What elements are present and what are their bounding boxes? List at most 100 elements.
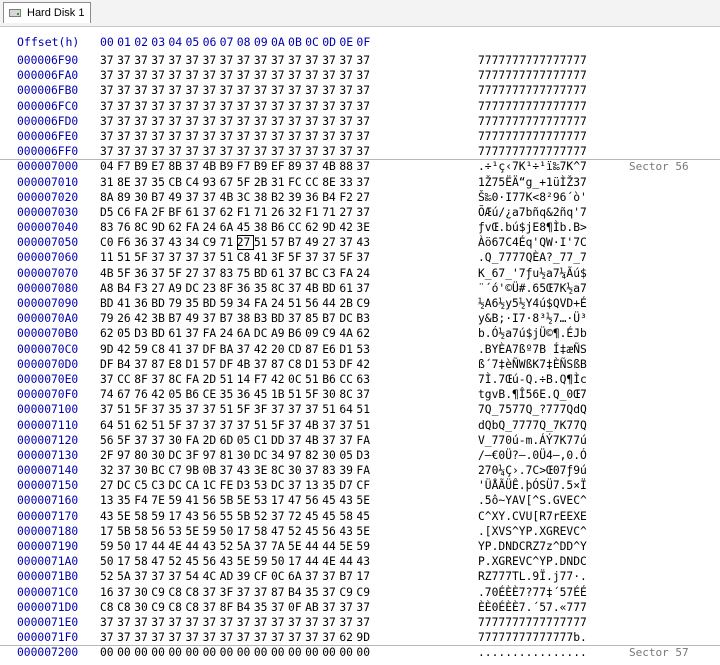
row-hex-bytes[interactable]: 52 5A 37 37 37 54 4C AD 39 CF 0C 6A 37 37 B7 17 [100, 569, 374, 584]
row-ascii[interactable]: 7777777777777777 [478, 83, 587, 98]
hex-row[interactable]: 0000071F0 37 37 37 37 37 37 37 37 37 37 37 37 37 37 62 9… [0, 630, 720, 645]
hex-row[interactable]: 000006FD0 37 37 37 37 37 37 37 37 37 37 37 37 37 37 37 3… [0, 114, 720, 129]
hex-row[interactable]: 000007100 37 51 5F 37 35 37 37 51 5F 3F 37 37 37 51 64 5… [0, 402, 720, 417]
row-ascii[interactable]: tgvB.¶Î56E.Q_0Œ7 [478, 387, 587, 402]
row-ascii[interactable]: ß´7‡èÑWßK7‡ÈÑSßB [478, 357, 587, 372]
hex-row[interactable]: 000007000 04 F7 B9 E7 8B 37 4B B9 F7 B9 EF 89 37 4B 88 3… [0, 159, 720, 174]
row-ascii[interactable]: 7777777777777777 [478, 68, 587, 83]
row-hex-bytes[interactable]: 37 37 37 37 37 37 37 37 37 37 37 37 37 37 37 37 [100, 144, 374, 159]
row-hex-bytes[interactable]: 32 37 30 BC C7 9B 0B 37 43 3E 8C 30 37 83 39 FA [100, 463, 374, 478]
row-hex-bytes[interactable]: 37 37 37 37 37 37 37 37 37 37 37 37 37 37 37 37 [100, 129, 374, 144]
hex-row[interactable]: 000007010 31 8E 37 35 CB C4 93 67 5F 2B 31 FC CC 8E 33 3… [0, 175, 720, 190]
row-hex-bytes[interactable]: 37 CC 8F 37 8C FA 2D 51 14 F7 42 0C 51 B6 CC 63 [100, 372, 374, 387]
row-hex-bytes[interactable]: 37 37 37 37 37 37 37 37 37 37 37 37 37 37 37 37 [100, 53, 374, 68]
row-ascii[interactable]: YP.DNDCRZ7z^DD^Y [478, 539, 587, 554]
hex-row[interactable]: 000007130 2F 97 80 30 DC 3F 97 81 30 DC 34 97 82 30 05 D… [0, 448, 720, 463]
hex-row[interactable]: 000006F90 37 37 37 37 37 37 37 37 37 37 37 37 37 37 37 3… [0, 53, 720, 68]
hex-row[interactable]: 000007030 D5 C6 FA 2F BF 61 37 62 F1 71 26 32 F1 71 27 3… [0, 205, 720, 220]
row-ascii[interactable]: 7777777777777777 [478, 615, 587, 630]
hex-row[interactable]: 000007090 BD 41 36 BD 79 35 BD 59 34 FA 24 51 56 44 2B C… [0, 296, 720, 311]
row-ascii[interactable]: 7Ì.7Œú-Q.÷B.Q¶Ìc [478, 372, 587, 387]
hex-row[interactable]: 000007060 11 51 5F 37 37 37 37 51 C8 41 3F 5F 37 37 5F 3… [0, 250, 720, 265]
hex-row[interactable]: 000007200 00 00 00 00 00 00 00 00 00 00 00 00 00 00 00 0… [0, 645, 720, 660]
row-hex-bytes[interactable]: 00 00 00 00 00 00 00 00 00 00 00 00 00 00 00 00 [100, 645, 374, 660]
hex-row[interactable]: 000006FE0 37 37 37 37 37 37 37 37 37 37 37 37 37 37 37 3… [0, 129, 720, 144]
row-ascii[interactable]: RZ777TL.9Ï.j77·. [478, 569, 587, 584]
row-hex-bytes[interactable]: 37 37 37 37 37 37 37 37 37 37 37 37 37 37 37 37 [100, 114, 374, 129]
row-ascii[interactable]: y&B;·I7·8³½7…·Ü³ [478, 311, 587, 326]
hex-row[interactable]: 000007020 8A 89 30 B7 49 37 37 4B 3C 38 B2 39 36 B4 F2 2… [0, 190, 720, 205]
row-ascii[interactable]: .÷¹ç‹7K¹÷¹ï‰7K^7 [478, 159, 587, 174]
row-ascii[interactable]: .5ô~YAV[^S.GVEC^ [478, 493, 587, 508]
row-hex-bytes[interactable]: D5 C6 FA 2F BF 61 37 62 F1 71 26 32 F1 71 27 37 [100, 205, 374, 220]
hex-row[interactable]: 0000071B0 52 5A 37 37 37 54 4C AD 39 CF 0C 6A 37 37 B7 1… [0, 569, 720, 584]
row-ascii[interactable]: .BYÈA7ßº7B Í‡æÑS [478, 342, 587, 357]
row-hex-bytes[interactable]: 17 5B 58 56 53 5E 59 50 17 58 47 52 45 56 43 5E [100, 524, 374, 539]
row-hex-bytes[interactable]: 79 26 42 3B B7 49 37 B7 38 B3 BD 37 85 B7 DC B3 [100, 311, 374, 326]
hex-row[interactable]: 000007190 59 50 17 44 4E 44 43 52 5A 37 7A 5E 44 44 5E 5… [0, 539, 720, 554]
row-hex-bytes[interactable]: DF B4 37 87 E8 D1 57 DF 4B 37 87 C8 D1 53 DF 42 [100, 357, 374, 372]
row-hex-bytes[interactable]: 04 F7 B9 E7 8B 37 4B B9 F7 B9 EF 89 37 4B 88 37 [100, 159, 374, 174]
row-hex-bytes[interactable]: 37 37 37 37 37 37 37 37 37 37 37 37 37 37 37 37 [100, 83, 374, 98]
row-hex-bytes[interactable]: 9D 42 59 C8 41 37 DF BA 37 42 20 CD 87 E6 D1 53 [100, 342, 374, 357]
hex-row[interactable]: 000007180 17 5B 58 56 53 5E 59 50 17 58 47 52 45 56 43 5… [0, 524, 720, 539]
row-ascii[interactable]: C^XY.CVU[R7rEEXE [478, 509, 587, 524]
row-hex-bytes[interactable]: 27 DC C5 C3 DC CA 1C FE D3 53 DC 37 13 35 D7 CF [100, 478, 374, 493]
row-hex-bytes[interactable]: 16 37 30 C9 C8 C8 37 3F 37 37 87 B4 35 37 C9 C9 [100, 585, 374, 600]
row-ascii[interactable]: /—€0Ü?—.0Ü4—‚0.Ó [478, 448, 587, 463]
row-hex-bytes[interactable]: 8A 89 30 B7 49 37 37 4B 3C 38 B2 39 36 B4 F2 27 [100, 190, 374, 205]
row-ascii[interactable]: .Q_7777QÈA?_77_7 [478, 250, 587, 265]
row-ascii[interactable]: Š‰0·I77K<8²96´ò' [478, 190, 587, 205]
hex-row[interactable]: 000006FA0 37 37 37 37 37 37 37 37 37 37 37 37 37 37 37 3… [0, 68, 720, 83]
row-ascii[interactable]: 7777777777777777 [478, 53, 587, 68]
row-ascii[interactable]: ¨´ó'©Ü#.65Œ7K½a7 [478, 281, 587, 296]
row-hex-bytes[interactable]: 64 51 62 51 5F 37 37 37 37 51 5F 37 4B 37 37 51 [100, 418, 374, 433]
row-ascii[interactable]: K_67_'7ƒu½a7¼Ãú$ [478, 266, 587, 281]
hex-row[interactable]: 0000070D0 DF B4 37 87 E8 D1 57 DF 4B 37 87 C8 D1 53 DF 4… [0, 357, 720, 372]
row-hex-bytes[interactable]: 11 51 5F 37 37 37 37 51 C8 41 3F 5F 37 37 5F 37 [100, 250, 374, 265]
hex-row[interactable]: 000007150 27 DC C5 C3 DC CA 1C FE D3 53 DC 37 13 35 D7 C… [0, 478, 720, 493]
row-ascii[interactable]: .70ÉÈÈ7?77‡´57ÉÉ [478, 585, 587, 600]
row-hex-bytes[interactable]: 13 35 F4 7E 59 41 56 5B 5E 53 17 47 56 45 43 5E [100, 493, 374, 508]
row-ascii[interactable]: ƒvŒ.bú$jE8¶Ìb.B> [478, 220, 587, 235]
row-ascii[interactable]: 270¼Ç›.7C>Œ07ƒ9ú [478, 463, 587, 478]
row-ascii[interactable]: dQbQ_7777Q_7K77Q [478, 418, 587, 433]
row-hex-bytes[interactable]: 62 05 D3 BD 61 37 FA 24 6A DC A9 B6 09 C9 4A 62 [100, 326, 374, 341]
row-ascii[interactable]: 7777777777777777 [478, 144, 587, 159]
hex-row[interactable]: 000006FC0 37 37 37 37 37 37 37 37 37 37 37 37 37 37 37 3… [0, 99, 720, 114]
hex-row[interactable]: 0000070F0 74 67 76 42 05 B6 CE 35 36 45 1B 51 5F 30 8C 3… [0, 387, 720, 402]
row-hex-bytes[interactable]: 37 51 5F 37 35 37 37 51 5F 3F 37 37 37 51 64 51 [100, 402, 374, 417]
hex-row[interactable]: 0000071D0 C8 C8 30 C9 C8 C8 37 8F B4 35 37 0F AB 37 37 3… [0, 600, 720, 615]
hex-row[interactable]: 000007160 13 35 F4 7E 59 41 56 5B 5E 53 17 47 56 45 43 5… [0, 493, 720, 508]
hex-row[interactable]: 000006FF0 37 37 37 37 37 37 37 37 37 37 37 37 37 37 37 3… [0, 144, 720, 159]
hex-row[interactable]: 000007040 83 76 8C 9D 62 FA 24 6A 45 38 B6 CC 62 9D 42 3… [0, 220, 720, 235]
row-ascii[interactable]: .[XVS^YP.XGREVC^ [478, 524, 587, 539]
hex-row[interactable]: 0000070E0 37 CC 8F 37 8C FA 2D 51 14 F7 42 0C 51 B6 CC 6… [0, 372, 720, 387]
row-hex-bytes[interactable]: 43 5E 58 59 17 43 56 55 5B 52 37 72 45 45 58 45 [100, 509, 374, 524]
row-hex-bytes[interactable]: 37 37 37 37 37 37 37 37 37 37 37 37 37 37 62 9D [100, 630, 374, 645]
row-hex-bytes[interactable]: 37 37 37 37 37 37 37 37 37 37 37 37 37 37 37 37 [100, 99, 374, 114]
row-hex-bytes[interactable]: 50 17 58 47 52 45 56 43 5E 59 50 17 44 4E 44 43 [100, 554, 374, 569]
row-ascii[interactable]: b.Ó½a7ú$jÜ©¶.ÉJb [478, 326, 587, 341]
hex-rows[interactable]: 000006F90 37 37 37 37 37 37 37 37 37 37 37 37 37 37 37 3… [0, 53, 720, 661]
row-ascii[interactable]: 7777777777777777 [478, 114, 587, 129]
row-ascii[interactable]: 7777777777777777 [478, 99, 587, 114]
hex-row[interactable]: 000007120 56 5F 37 37 30 FA 2D 6D 05 C1 DD 37 4B 37 37 F… [0, 433, 720, 448]
row-ascii[interactable]: 7777777777777777 [478, 129, 587, 144]
hex-row[interactable]: 0000071C0 16 37 30 C9 C8 C8 37 3F 37 37 87 B4 35 37 C9 C… [0, 585, 720, 600]
row-ascii[interactable]: V_770ú-m.ÁÝ7K77ú [478, 433, 587, 448]
row-ascii[interactable]: ÈÈ0ÉÈÈ7.´57.«777 [478, 600, 587, 615]
row-hex-bytes[interactable]: BD 41 36 BD 79 35 BD 59 34 FA 24 51 56 44 2B C9 [100, 296, 374, 311]
row-hex-bytes[interactable]: C8 C8 30 C9 C8 C8 37 8F B4 35 37 0F AB 37 37 37 [100, 600, 374, 615]
hex-row[interactable]: 0000070C0 9D 42 59 C8 41 37 DF BA 37 42 20 CD 87 E6 D1 5… [0, 342, 720, 357]
row-ascii[interactable]: 1Ž75ËÄ“g_+1üÌŽ37 [478, 175, 587, 190]
row-hex-bytes[interactable]: 74 67 76 42 05 B6 CE 35 36 45 1B 51 5F 30 8C 37 [100, 387, 374, 402]
row-ascii[interactable]: 7Q_7577Q_?777QdQ [478, 402, 587, 417]
row-ascii[interactable]: Àö67C4Éq'QW·I'7C [478, 235, 587, 250]
hex-row[interactable]: 000007140 32 37 30 BC C7 9B 0B 37 43 3E 8C 30 37 83 39 F… [0, 463, 720, 478]
row-hex-bytes[interactable]: 59 50 17 44 4E 44 43 52 5A 37 7A 5E 44 44 5E 59 [100, 539, 374, 554]
hex-row[interactable]: 000007170 43 5E 58 59 17 43 56 55 5B 52 37 72 45 45 58 4… [0, 509, 720, 524]
row-hex-bytes[interactable]: C0 F6 36 37 43 34 C9 71 27 51 57 B7 49 27 37 43 [100, 235, 374, 251]
hex-row[interactable]: 000007080 A8 B4 F3 27 A9 DC 23 8F 36 35 8C 37 4B BD 61 3… [0, 281, 720, 296]
hex-row[interactable]: 000007110 64 51 62 51 5F 37 37 37 37 51 5F 37 4B 37 37 5… [0, 418, 720, 433]
